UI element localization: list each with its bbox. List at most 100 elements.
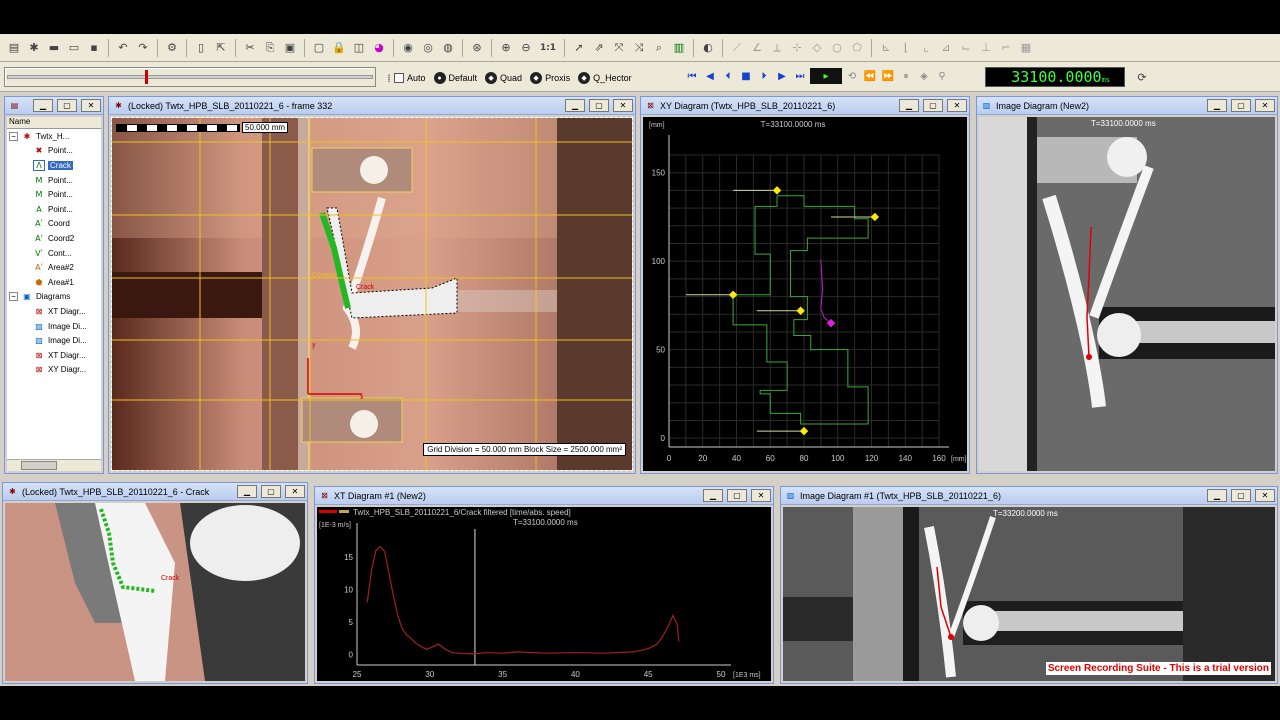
auto-off-icon[interactable]: ◎ bbox=[419, 39, 437, 57]
print-icon[interactable]: ▭ bbox=[65, 39, 83, 57]
redo-icon[interactable]: ↷ bbox=[134, 39, 152, 57]
image-icon[interactable]: ◫ bbox=[350, 39, 368, 57]
maximize-button[interactable]: ▢ bbox=[57, 99, 77, 112]
cut-icon[interactable]: ✂ bbox=[241, 39, 259, 57]
maximize-button[interactable]: ▢ bbox=[1231, 489, 1251, 502]
open-icon[interactable]: ▤ bbox=[5, 39, 23, 57]
tree-diagram-item[interactable]: ⊠ XT Diagr... bbox=[7, 348, 101, 363]
speed-icon[interactable]: ⚲ bbox=[934, 68, 950, 84]
close-button[interactable]: ✕ bbox=[751, 489, 771, 502]
find-icon[interactable]: ⌕ bbox=[650, 39, 668, 57]
tree-item[interactable]: Aʹ Coord bbox=[7, 217, 101, 232]
tree-item-crack[interactable]: Λ Crack bbox=[7, 158, 101, 173]
tree-item[interactable]: ⬟ Area#1 bbox=[7, 275, 101, 290]
auto-checkbox[interactable]: Auto bbox=[394, 73, 426, 83]
tree-item[interactable]: A Point... bbox=[7, 202, 101, 217]
minimize-button[interactable]: ▁ bbox=[1207, 99, 1227, 112]
axis-2-icon[interactable]: ⌊ bbox=[897, 39, 915, 57]
measure-distance-icon[interactable]: ⟂ bbox=[768, 39, 786, 57]
tree-diagrams-node[interactable]: − ▣ Diagrams bbox=[7, 290, 101, 305]
close-button[interactable]: ✕ bbox=[947, 99, 967, 112]
tree-column-header[interactable]: Name bbox=[7, 117, 101, 129]
minimize-button[interactable]: ▁ bbox=[33, 99, 53, 112]
zoom-in-icon[interactable]: ⊕ bbox=[497, 39, 515, 57]
crack-zoom-view[interactable]: Crack bbox=[5, 503, 305, 681]
tree-item[interactable]: ✖ Point... bbox=[7, 144, 101, 159]
axis-4-icon[interactable]: ⊿ bbox=[937, 39, 955, 57]
tree-item[interactable]: Vʹ Cont... bbox=[7, 246, 101, 261]
slider-thumb[interactable] bbox=[145, 70, 148, 84]
xt-diagram-view[interactable]: 25 30 35 40 45 50 0 5 10 15 [1E-3 m/s] [1E3 ms] Twtx… bbox=[317, 507, 771, 681]
zoom-1to1-button[interactable]: 1:1 bbox=[537, 39, 559, 57]
window-icon[interactable]: ▢ bbox=[310, 39, 328, 57]
color-icon[interactable]: ◕ bbox=[370, 39, 388, 57]
default-mode-button[interactable]: ● Default bbox=[433, 72, 477, 84]
frame-slider[interactable] bbox=[4, 67, 376, 87]
minimize-button[interactable]: ▁ bbox=[899, 99, 919, 112]
maximize-button[interactable]: ▢ bbox=[589, 99, 609, 112]
tree-diagram-item[interactable]: ▨ Image Di... bbox=[7, 333, 101, 348]
axis-6-icon[interactable]: ⊥ bbox=[977, 39, 995, 57]
select-area-icon[interactable]: ⤨ bbox=[630, 39, 648, 57]
axis-icon[interactable]: ⊾ bbox=[877, 39, 895, 57]
tree-diagram-item[interactable]: ▨ Image Di... bbox=[7, 319, 101, 334]
first-frame-icon[interactable]: ⏮ bbox=[684, 68, 700, 84]
last-frame-icon[interactable]: ⏭ bbox=[792, 68, 808, 84]
collapse-icon[interactable]: − bbox=[9, 131, 18, 141]
maximize-button[interactable]: ▢ bbox=[727, 489, 747, 502]
stop-icon[interactable]: ■ bbox=[738, 68, 754, 84]
minimize-button[interactable]: ▁ bbox=[703, 489, 723, 502]
sync-icon[interactable]: ⟳ bbox=[1133, 68, 1151, 86]
minimize-button[interactable]: ▁ bbox=[1207, 489, 1227, 502]
tree-item[interactable]: Aʹ Area#2 bbox=[7, 260, 101, 275]
pause-icon[interactable]: ⏸ bbox=[898, 68, 914, 84]
close-button[interactable]: ✕ bbox=[81, 99, 101, 112]
qhector-mode-button[interactable]: ◆ Q_Hector bbox=[578, 72, 632, 84]
select-multi-icon[interactable]: ⤧ bbox=[610, 39, 628, 57]
tree-root[interactable]: − ✱ Twtx_H... bbox=[7, 129, 101, 144]
tree-item[interactable]: M Point... bbox=[7, 173, 101, 188]
xy-diagram-view[interactable]: 0 20 40 60 80 100 120 140 160 0 50 100 150 [mm] [mm] T=… bbox=[643, 117, 967, 471]
measure-icon[interactable]: ⟋ bbox=[728, 39, 746, 57]
measure-area-icon[interactable]: ◇ bbox=[808, 39, 826, 57]
copy-icon[interactable]: ⎘ bbox=[261, 39, 279, 57]
axis-3-icon[interactable]: ⌞ bbox=[917, 39, 935, 57]
maximize-button[interactable]: ▢ bbox=[923, 99, 943, 112]
close-button[interactable]: ✕ bbox=[1255, 99, 1275, 112]
maximize-button[interactable]: ▢ bbox=[261, 485, 281, 498]
document-icon[interactable]: ▯ bbox=[192, 39, 210, 57]
undo-icon[interactable]: ↶ bbox=[114, 39, 132, 57]
measure-circle-icon[interactable]: ○ bbox=[828, 39, 846, 57]
main-image-view[interactable]: 50.000 mm Crack Contour y x Grid Divisio… bbox=[111, 117, 633, 471]
save-icon[interactable]: ▪ bbox=[85, 39, 103, 57]
xy-chart[interactable]: 0 20 40 60 80 100 120 140 160 0 50 100 150 [mm] [mm] T=… bbox=[643, 117, 967, 471]
tree-item[interactable]: Aʹ Coord2 bbox=[7, 231, 101, 246]
measure-poly-icon[interactable]: ⬠ bbox=[848, 39, 866, 57]
quad-mode-button[interactable]: ◆ Quad bbox=[485, 72, 522, 84]
main-image-canvas[interactable] bbox=[112, 118, 633, 471]
xt-chart[interactable]: 25 30 35 40 45 50 0 5 10 15 [1E-3 m/s] [1E3 ms] Twtx… bbox=[317, 507, 771, 681]
play-icon[interactable]: ▶ bbox=[774, 68, 790, 84]
axis-8-icon[interactable]: ▦ bbox=[1017, 39, 1035, 57]
measure-point-icon[interactable]: ⊹ bbox=[788, 39, 806, 57]
select-point-icon[interactable]: ⇗ bbox=[590, 39, 608, 57]
minimize-button[interactable]: ▁ bbox=[237, 485, 257, 498]
paste-icon[interactable]: ▣ bbox=[281, 39, 299, 57]
auto-on-icon[interactable]: ◉ bbox=[399, 39, 417, 57]
lock-icon[interactable]: 🔒 bbox=[330, 39, 348, 57]
step-forward-icon[interactable]: ⏵ bbox=[756, 68, 772, 84]
export-icon[interactable]: ⇱ bbox=[212, 39, 230, 57]
wizard-icon[interactable]: ✱ bbox=[25, 39, 43, 57]
image-diagram-new2-view[interactable]: T=33100.0000 ms bbox=[979, 117, 1275, 471]
tree-horizontal-scrollbar[interactable] bbox=[7, 459, 101, 471]
maximize-button[interactable]: ▢ bbox=[1231, 99, 1251, 112]
image-diagram-1-view[interactable]: T=33200.0000 ms Screen Recording Suite -… bbox=[783, 507, 1275, 681]
minimize-button[interactable]: ▁ bbox=[565, 99, 585, 112]
case-icon[interactable]: ▬ bbox=[45, 39, 63, 57]
close-button[interactable]: ✕ bbox=[613, 99, 633, 112]
chart-icon[interactable]: ▥ bbox=[670, 39, 688, 57]
settings-icon[interactable]: ⚙ bbox=[163, 39, 181, 57]
proxis-mode-button[interactable]: ◆ Proxis bbox=[530, 72, 570, 84]
zoom-out-icon[interactable]: ⊖ bbox=[517, 39, 535, 57]
rewind-icon[interactable]: ⏪ bbox=[862, 68, 878, 84]
